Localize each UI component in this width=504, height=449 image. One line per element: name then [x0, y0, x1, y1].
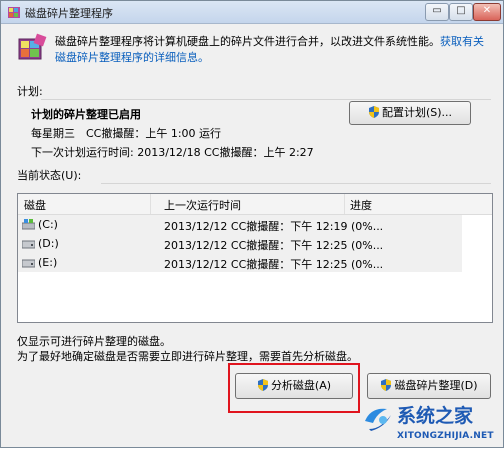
maximize-button[interactable]: □	[449, 3, 473, 21]
highlight-box	[228, 363, 360, 413]
defragment-disk-button[interactable]: 磁盘碎片整理(D)	[367, 373, 491, 399]
intro-description: 磁盘碎片整理程序将计算机硬盘上的碎片文件进行合并，以改进文件系统性能。获取有关磁…	[55, 34, 487, 66]
defragment-disk-label: 磁盘碎片整理(D)	[394, 379, 478, 392]
shield-icon	[381, 379, 392, 391]
disk-row[interactable]: (C:) 2013/12/12 CC撤撮醒：下午 12:19 (0%...	[18, 215, 462, 234]
watermark-logo-icon	[365, 408, 391, 431]
schedule-run-time: 每星期三 CC撤撮醒：上午 1:00 运行	[31, 127, 222, 140]
watermark: 系统之家 XITONGZHIJIA.NET	[357, 399, 504, 449]
close-button[interactable]: ✕	[473, 3, 501, 21]
disk-name: (E:)	[38, 256, 58, 269]
column-header-last-run[interactable]: 上一次运行时间	[164, 197, 241, 213]
title-bar: 磁盘碎片整理程序 ▭ □ ✕	[1, 1, 503, 24]
footer-note-analyze: 为了最好地确定磁盘是否需要立即进行碎片整理，需要首先分析磁盘。	[17, 350, 358, 363]
defrag-app-icon	[18, 33, 47, 60]
disk-list-header: 磁盘 上一次运行时间 进度	[18, 194, 492, 215]
footer-note-disks: 仅显示可进行碎片整理的磁盘。	[17, 335, 171, 348]
watermark-url: XITONGZHIJIA.NET	[397, 431, 494, 441]
disk-name: (D:)	[38, 237, 59, 250]
schedule-enabled-text: 计划的碎片整理已启用	[31, 108, 141, 121]
column-header-progress[interactable]: 进度	[350, 197, 372, 213]
defrag-window: 磁盘碎片整理程序 ▭ □ ✕ 磁盘碎片整理程序将计算机硬盘上的碎片文件进行合并，…	[0, 0, 504, 448]
shield-icon	[368, 106, 379, 118]
disk-name: (C:)	[38, 218, 58, 231]
watermark-title: 系统之家	[397, 405, 474, 427]
status-divider	[101, 183, 491, 184]
configure-schedule-button[interactable]: 配置计划(S)...	[349, 101, 471, 125]
schedule-label: 计划:	[17, 85, 43, 98]
minimize-button[interactable]: ▭	[425, 3, 449, 21]
status-label: 当前状态(U):	[17, 169, 82, 182]
column-divider	[344, 194, 345, 214]
drive-icon	[22, 240, 35, 249]
drive-icon	[22, 259, 35, 268]
column-header-disk[interactable]: 磁盘	[24, 197, 46, 213]
disk-last-run: 2013/12/12 CC撤撮醒：下午 12:25 (0%...	[164, 258, 384, 271]
disk-list[interactable]: 磁盘 上一次运行时间 进度 (C:) 2013/12/12 CC撤撮醒：下午 1…	[17, 193, 493, 323]
column-divider	[150, 194, 151, 214]
disk-row[interactable]: (E:) 2013/12/12 CC撤撮醒：下午 12:25 (0%...	[18, 253, 462, 272]
defrag-app-icon	[8, 7, 20, 18]
disk-last-run: 2013/12/12 CC撤撮醒：下午 12:19 (0%...	[164, 220, 384, 233]
disk-row[interactable]: (D:) 2013/12/12 CC撤撮醒：下午 12:25 (0%...	[18, 234, 462, 253]
schedule-next-run: 下一次计划运行时间: 2013/12/18 CC撤撮醒：上午 2:27	[31, 146, 314, 159]
disk-last-run: 2013/12/12 CC撤撮醒：下午 12:25 (0%...	[164, 239, 384, 252]
intro-text: 磁盘碎片整理程序将计算机硬盘上的碎片文件进行合并，以改进文件系统性能。	[55, 35, 440, 48]
window-title: 磁盘碎片整理程序	[25, 7, 113, 20]
schedule-divider	[41, 99, 491, 100]
configure-schedule-label: 配置计划(S)...	[381, 106, 453, 119]
system-drive-icon	[22, 219, 35, 230]
